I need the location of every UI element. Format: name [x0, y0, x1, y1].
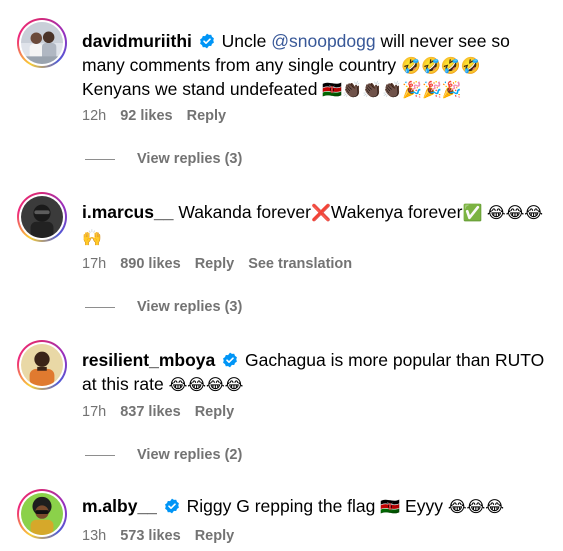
avatar[interactable]: [17, 340, 67, 390]
username-link[interactable]: i.marcus__: [82, 202, 173, 222]
view-replies-label: View replies (3): [137, 151, 243, 167]
kenya-flag-emoji: 🇰🇪: [380, 499, 401, 516]
timestamp[interactable]: 12h: [82, 108, 106, 124]
timestamp[interactable]: 17h: [82, 256, 106, 272]
kenya-flag-emoji: 🇰🇪: [322, 82, 343, 99]
cross-mark-emoji: ❌: [310, 205, 331, 222]
comment-body-part: Kenyans we stand undefeated: [82, 79, 323, 99]
comment-body-part: Riggy G repping the flag: [186, 496, 381, 516]
view-replies-button[interactable]: View replies (2): [85, 447, 242, 463]
reply-button[interactable]: Reply: [195, 528, 235, 544]
avatar[interactable]: [17, 192, 67, 242]
likes-count[interactable]: 890 likes: [120, 256, 180, 272]
avatar[interactable]: [17, 489, 67, 539]
raised-hands-emoji: 🙌: [82, 229, 102, 247]
view-replies-button[interactable]: View replies (3): [85, 299, 242, 315]
comment-meta: 17h 837 likes Reply: [82, 404, 234, 420]
see-translation-button[interactable]: See translation: [248, 256, 352, 272]
avatar-image: [21, 196, 63, 238]
rofl-emoji: 🤣🤣🤣🤣: [401, 57, 481, 75]
reply-button[interactable]: Reply: [187, 108, 227, 124]
comment-meta: 12h 92 likes Reply: [82, 108, 226, 124]
divider-line: [85, 454, 115, 456]
laughing-emoji: 😂😂😂: [482, 205, 543, 222]
mention-link[interactable]: @snoopdogg: [271, 31, 375, 51]
verified-badge-icon: [164, 498, 179, 514]
divider-line: [85, 306, 115, 308]
comment-body-part: Eyyy: [400, 496, 448, 516]
comment-body-part: Uncle: [221, 31, 272, 51]
timestamp[interactable]: 17h: [82, 404, 106, 420]
likes-count[interactable]: 837 likes: [120, 404, 180, 420]
view-replies-label: View replies (2): [137, 447, 243, 463]
reply-button[interactable]: Reply: [195, 404, 235, 420]
comment-text: davidmuriithi Uncle @snoopdogg will neve…: [82, 30, 552, 103]
avatar-image: [21, 344, 63, 386]
comment-meta: 13h 573 likes Reply: [82, 528, 234, 544]
view-replies-button[interactable]: View replies (3): [85, 151, 242, 167]
likes-count[interactable]: 92 likes: [120, 108, 172, 124]
comment-body-part: Wakanda forever: [178, 202, 311, 222]
comment-text: i.marcus__ Wakanda forever❌Wakenya forev…: [82, 201, 552, 250]
avatar-image: [21, 493, 63, 535]
comment-text: resilient_mboya Gachagua is more popular…: [82, 349, 552, 397]
view-replies-label: View replies (3): [137, 299, 243, 315]
verified-badge-icon: [223, 352, 238, 368]
comment-text: m.alby__ Riggy G repping the flag 🇰🇪 Eyy…: [82, 495, 552, 520]
comment-body-part: Wakenya forever: [330, 202, 463, 222]
username-link[interactable]: resilient_mboya: [82, 350, 215, 370]
reply-button[interactable]: Reply: [195, 256, 235, 272]
divider-line: [85, 158, 115, 160]
comment-meta: 17h 890 likes Reply See translation: [82, 256, 352, 272]
avatar-image: [21, 22, 63, 64]
username-link[interactable]: m.alby__: [82, 496, 157, 516]
laughing-emoji: 😂😂😂😂: [168, 376, 244, 394]
verified-badge-icon: [199, 33, 214, 49]
likes-count[interactable]: 573 likes: [120, 528, 180, 544]
laughing-emoji: 😂😂😂: [447, 499, 504, 516]
clap-party-emoji: 👏🏿👏🏿👏🏿🎉🎉🎉: [342, 82, 462, 99]
username-link[interactable]: davidmuriithi: [82, 31, 192, 51]
check-mark-emoji: ✅: [462, 205, 483, 222]
timestamp[interactable]: 13h: [82, 528, 106, 544]
avatar[interactable]: [17, 18, 67, 68]
